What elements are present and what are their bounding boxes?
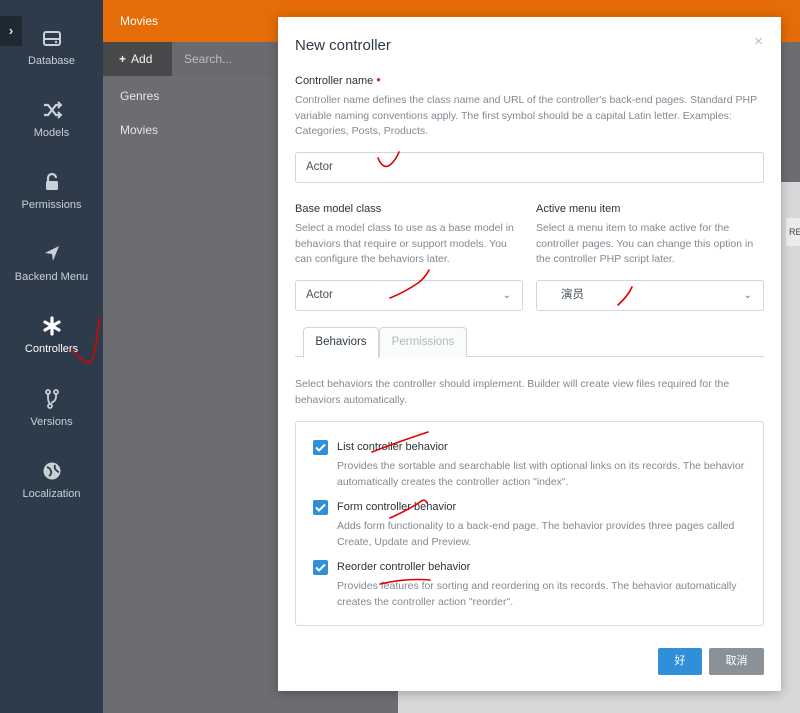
plus-icon: + bbox=[119, 52, 127, 66]
nav-item-database[interactable]: Database bbox=[0, 27, 103, 67]
location-arrow-icon bbox=[44, 246, 59, 261]
chevron-down-icon: ⌄ bbox=[502, 290, 511, 301]
main-nav: › Database Models Permissions Backend Me… bbox=[0, 0, 103, 713]
controller-name-label-text: Controller name bbox=[295, 75, 374, 87]
form-behavior-checkbox[interactable] bbox=[313, 500, 328, 515]
column-header: RE bbox=[786, 218, 800, 246]
check-icon bbox=[315, 503, 326, 512]
list-item-genres[interactable]: Genres bbox=[120, 89, 159, 103]
nav-item-backend-menu[interactable]: Backend Menu bbox=[0, 243, 103, 283]
nav-item-localization[interactable]: Localization bbox=[0, 460, 103, 500]
tab-permissions[interactable]: Permissions bbox=[379, 327, 467, 357]
shuffle-icon bbox=[43, 101, 62, 119]
list-behavior-desc: Provides the sortable and searchable lis… bbox=[337, 460, 745, 488]
menu-item-label: Active menu item bbox=[536, 203, 621, 215]
base-model-value: Actor bbox=[306, 289, 333, 301]
nav-item-controllers[interactable]: Controllers bbox=[0, 315, 103, 355]
add-button[interactable]: + Add bbox=[103, 42, 172, 76]
plugin-title: Movies bbox=[120, 14, 159, 28]
controller-name-help: Controller name defines the class name a… bbox=[295, 94, 757, 137]
lock-icon bbox=[45, 172, 58, 190]
nav-label: Localization bbox=[22, 488, 81, 500]
controller-name-label: Controller name • bbox=[295, 72, 381, 87]
controller-name-input[interactable]: Actor bbox=[295, 152, 764, 183]
check-icon bbox=[315, 443, 326, 452]
close-button[interactable]: × bbox=[754, 33, 763, 50]
menu-item-help: Select a menu item to make active for th… bbox=[536, 222, 754, 265]
nav-label: Models bbox=[33, 127, 70, 139]
tab-behaviors[interactable]: Behaviors bbox=[303, 327, 379, 358]
form-behavior-title: Form controller behavior bbox=[337, 501, 457, 513]
behaviors-list: List controller behavior Provides the so… bbox=[295, 421, 764, 626]
reorder-behavior-desc: Provides features for sorting and reorde… bbox=[337, 580, 737, 608]
check-icon bbox=[315, 563, 326, 572]
nav-label: Backend Menu bbox=[14, 271, 89, 283]
chevron-down-icon: ⌄ bbox=[743, 290, 752, 301]
nav-label: Controllers bbox=[24, 343, 79, 355]
dialog-title: New controller bbox=[295, 37, 391, 54]
base-model-select[interactable]: Actor ⌄ bbox=[295, 280, 523, 311]
list-item-movies[interactable]: Movies bbox=[120, 123, 158, 137]
nav-item-models[interactable]: Models bbox=[0, 99, 103, 139]
asterisk-icon bbox=[42, 316, 61, 336]
base-model-label: Base model class bbox=[295, 203, 382, 215]
database-icon bbox=[42, 31, 61, 46]
nav-item-permissions[interactable]: Permissions bbox=[0, 171, 103, 211]
nav-label: Database bbox=[27, 55, 76, 67]
reorder-behavior-title: Reorder controller behavior bbox=[337, 561, 471, 573]
list-behavior-checkbox[interactable] bbox=[313, 440, 328, 455]
behaviors-intro: Select behaviors the controller should i… bbox=[295, 378, 730, 406]
form-behavior-desc: Adds form functionality to a back-end pa… bbox=[337, 520, 735, 548]
reorder-behavior-checkbox[interactable] bbox=[313, 560, 328, 575]
nav-label: Permissions bbox=[21, 199, 82, 211]
cancel-button[interactable]: 取消 bbox=[709, 648, 764, 675]
add-label: Add bbox=[131, 52, 153, 66]
new-controller-dialog: New controller × Controller name • Contro… bbox=[278, 17, 781, 691]
required-mark: • bbox=[376, 72, 381, 87]
menu-item-select[interactable]: 演员 ⌄ bbox=[536, 280, 764, 311]
nav-item-versions[interactable]: Versions bbox=[0, 388, 103, 428]
menu-item-value: 演员 bbox=[561, 289, 584, 301]
nav-label: Versions bbox=[30, 416, 73, 428]
globe-icon bbox=[43, 462, 60, 480]
code-fork-icon bbox=[44, 389, 59, 409]
list-behavior-title: List controller behavior bbox=[337, 441, 448, 453]
ok-button[interactable]: 好 bbox=[658, 648, 702, 675]
base-model-help: Select a model class to use as a base mo… bbox=[295, 222, 514, 265]
